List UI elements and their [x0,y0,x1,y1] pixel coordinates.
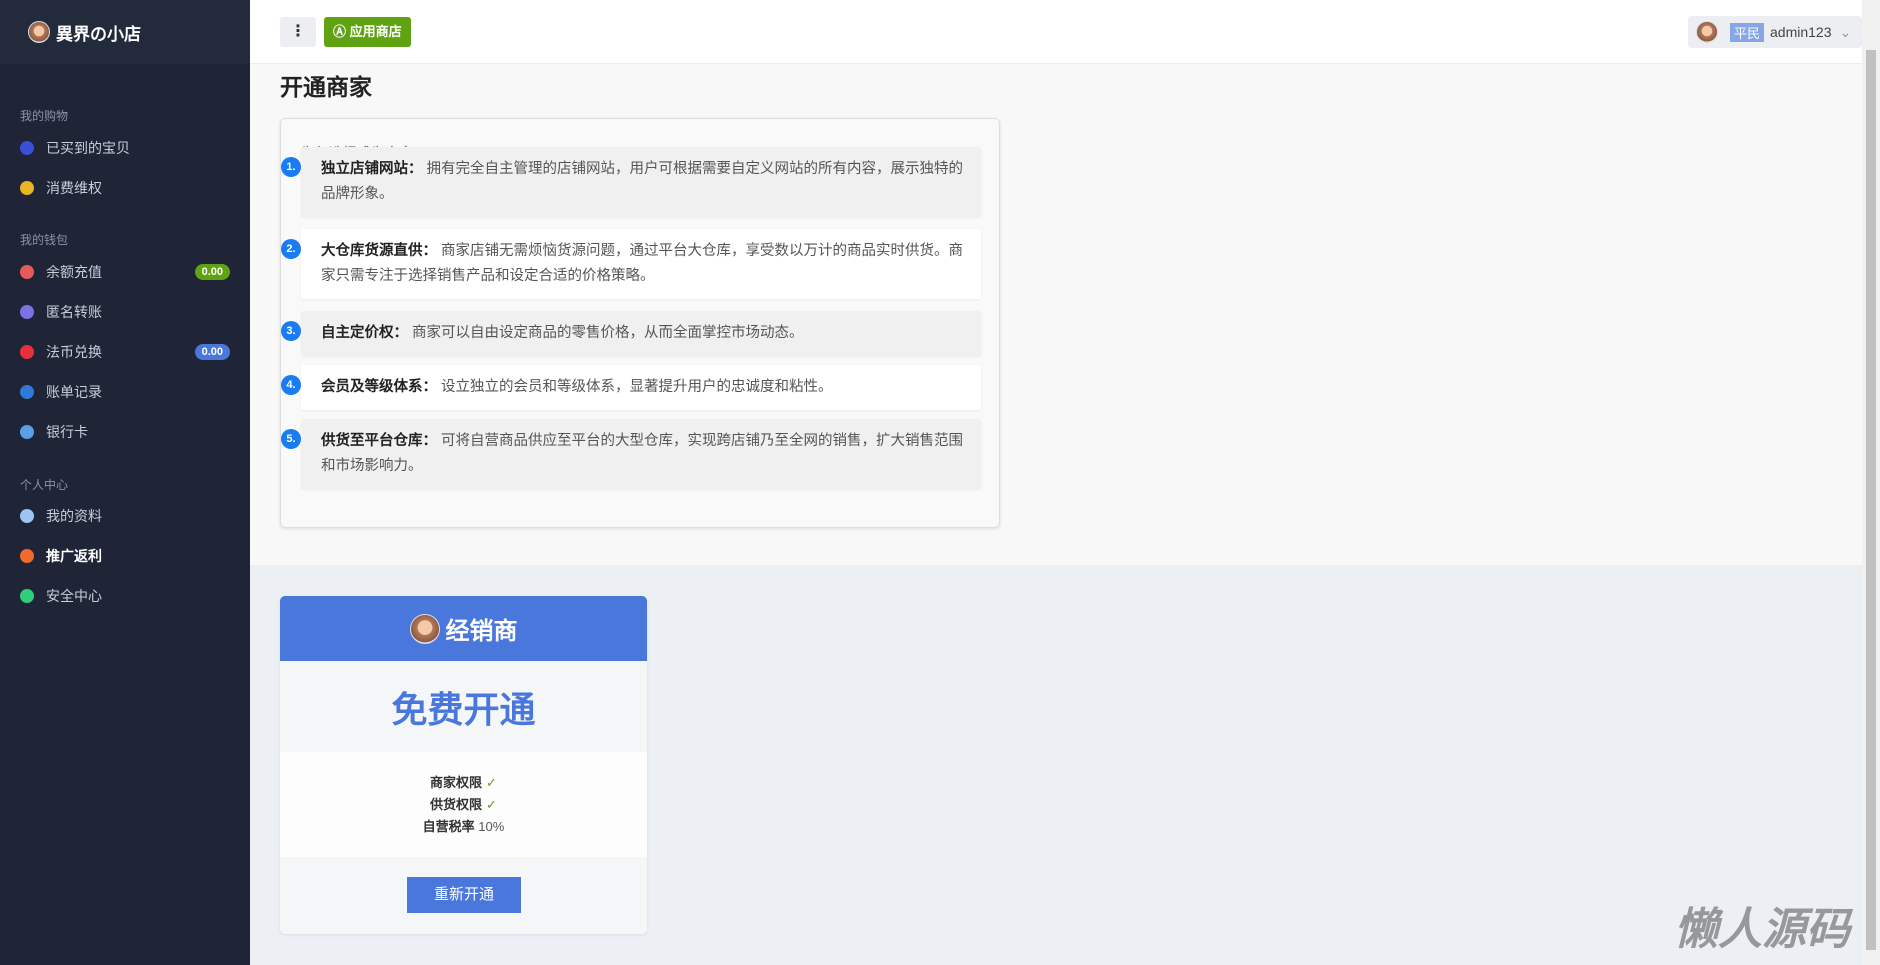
plan-permissions: 商家权限 ✓ 供货权限 ✓ 自营税率 10% [280,752,647,857]
sidebar-item-label: 法币兑换 [46,344,102,360]
user-icon [20,509,34,523]
check-icon: ✓ [486,774,497,790]
sidebar-item-label: 推广返利 [46,548,102,564]
app-store-button[interactable]: Ⓐ 应用商店 [324,17,411,47]
sidebar-item[interactable]: 已买到的宝贝 [20,133,230,163]
sidebar-item[interactable]: 余额充值 0.00 [20,257,230,287]
sidebar: 異界の小店 我的购物 我的钱包 个人中心 已买到的宝贝 消费维权余额充值 0.00 匿… [0,0,250,965]
send-icon [20,549,34,563]
transfer-icon [20,305,34,319]
sidebar-item-label: 匿名转账 [46,304,102,320]
sidebar-item[interactable]: 安全中心 [20,581,230,611]
app-store-icon: Ⓐ [333,24,350,39]
brand-name: 異界の小店 [56,24,141,44]
number-badge: 2. [281,239,301,259]
sidebar-item[interactable]: 推广返利 [20,541,230,571]
sidebar-item-label: 余额充值 [46,264,102,280]
shield-icon [20,589,34,603]
recharge-icon [20,265,34,279]
perm-merchant: 商家权限 ✓ [430,774,497,790]
feature-item: 2. 大仓库货源直供： 商家店铺无需烦恼货源问题，通过平台大仓库，享受数以万计的商… [281,229,981,299]
brand-logo[interactable]: 異界の小店 [0,0,250,64]
scrollbar[interactable] [1862,0,1880,965]
number-badge: 4. [281,375,301,395]
orders-icon [20,141,34,155]
tax-rate: 自营税率 10% [422,818,505,834]
bankcard-icon [20,425,34,439]
plan-card: 经销商 免费开通 商家权限 ✓ 供货权限 ✓ 自营税率 10% 重新开通 [280,596,647,934]
bill-icon [20,385,34,399]
sidebar-item[interactable]: 账单记录 [20,377,230,407]
exchange-icon [20,345,34,359]
plan-price: 免费开通 [391,688,536,730]
section-shopping: 我的购物 [20,109,69,123]
feature-title: 大仓库货源直供： [321,243,437,259]
sidebar-item-label: 已买到的宝贝 [46,140,130,156]
sidebar-item-label: 账单记录 [46,384,102,400]
chevron-down-icon: ⌄ [1839,23,1852,40]
plan-avatar-icon [409,613,440,644]
sidebar-item[interactable]: 匿名转账 [20,297,230,327]
scrollbar-thumb[interactable] [1866,50,1876,950]
sidebar-item[interactable]: 消费维权 [20,173,230,203]
feature-title: 供货至平台仓库： [321,433,437,449]
perm-supply: 供货权限 ✓ [430,796,497,812]
feature-title: 自主定价权： [321,325,408,341]
number-badge: 5. [281,429,301,449]
section-personal: 个人中心 [20,478,69,492]
section-wallet: 我的钱包 [20,233,69,247]
sidebar-item-label: 我的资料 [46,508,102,524]
check-icon: ✓ [486,796,497,812]
sidebar-item[interactable]: 法币兑换 0.00 [20,337,230,367]
app-store-label: 应用商店 [349,24,402,39]
watermark: 懒人源码 [1674,905,1850,954]
feature-title: 独立店铺网站： [321,161,423,177]
sidebar-item[interactable]: 我的资料 [20,501,230,531]
brand-avatar-icon [28,21,50,43]
feature-item: 1. 独立店铺网站： 拥有完全自主管理的店铺网站，用户可根据需要自定义网站的所有内… [281,147,981,217]
feature-item: 5. 供货至平台仓库： 可将自营商品供应至平台的大型仓库，实现跨店铺乃至全网的销售… [281,419,981,489]
feature-text: 商家可以自由设定商品的零售价格，从而全面掌控市场动态。 [412,325,804,341]
user-menu[interactable]: 平民 admin123 ⌄ [1688,16,1862,48]
more-menu-button[interactable]: ⋮ [280,17,316,47]
feature-item: 3. 自主定价权： 商家可以自由设定商品的零售价格，从而全面掌控市场动态。 [281,311,981,356]
sidebar-item-label: 消费维权 [46,180,102,196]
reactivate-button[interactable]: 重新开通 [407,877,521,913]
rank-badge: 平民 [1730,22,1765,42]
top-header: ⋮ Ⓐ 应用商店 平民 admin123 ⌄ [250,0,1862,64]
why-merchant-card: 为何选择成为商家? 1.独立店铺网站： 拥有完全自主管理的店铺网站，用户可根据需… [280,118,1000,528]
number-badge: 1. [281,157,301,177]
sidebar-item[interactable]: 银行卡 [20,417,230,447]
number-badge: 3. [281,321,301,341]
sidebar-item-label: 安全中心 [46,588,102,604]
feature-text: 设立独立的会员和等级体系，显著提升用户的忠诚度和粘性。 [441,379,833,395]
sidebar-item-label: 银行卡 [46,424,88,440]
feature-item: 4. 会员及等级体系： 设立独立的会员和等级体系，显著提升用户的忠诚度和粘性。 [281,365,981,410]
user-avatar [1696,21,1718,43]
feature-title: 会员及等级体系： [321,379,437,395]
balance-badge: 0.00 [194,344,230,360]
page-title: 开通商家 [280,74,372,100]
username: admin123 [1770,24,1832,40]
balance-badge: 0.00 [194,264,230,280]
plan-name: 经销商 [445,618,518,645]
plan-header: 经销商 [280,596,647,661]
rights-icon [20,181,34,195]
